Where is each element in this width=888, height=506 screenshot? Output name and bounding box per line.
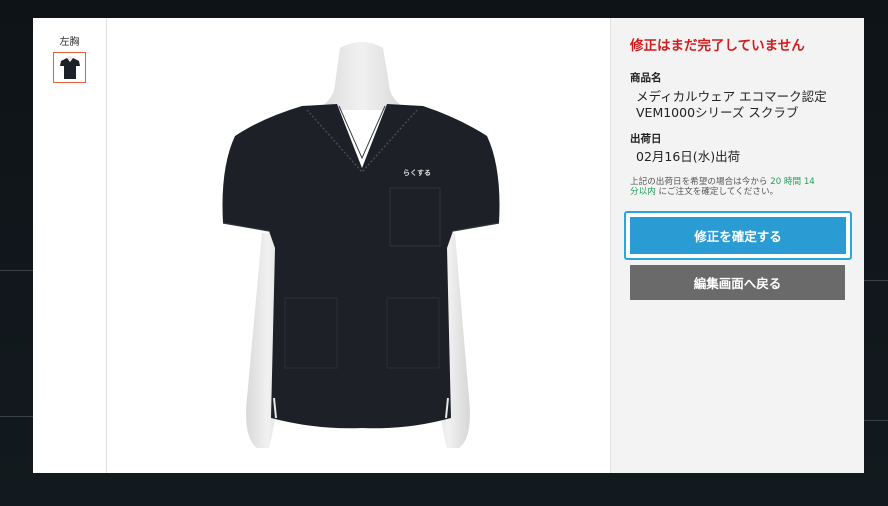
note-prefix: 上記の出荷日を希望の場合は今から bbox=[630, 177, 768, 187]
backdrop-divider bbox=[0, 270, 33, 271]
ship-date-value: 02月16日(水)出荷 bbox=[636, 149, 741, 164]
product-image-stage: らくする bbox=[107, 18, 610, 473]
countdown-time: 20 時間 14 bbox=[770, 177, 815, 187]
product-name-line-1: メディカルウェア エコマーク認定 bbox=[636, 89, 827, 104]
incomplete-warning: 修正はまだ完了していません bbox=[630, 38, 805, 54]
ship-date-label: 出荷日 bbox=[630, 133, 662, 145]
backdrop-divider bbox=[864, 420, 888, 421]
backdrop-divider bbox=[864, 280, 888, 281]
order-summary-panel: 修正はまだ完了していません 商品名 メディカルウェア エコマーク認定 VEM10… bbox=[610, 18, 864, 473]
scrub-shirt-thumbnail-icon bbox=[59, 55, 80, 79]
ship-deadline-note: 上記の出荷日を希望の場合は今から 20 時間 14 分以内 にご注文を確定してく… bbox=[630, 177, 844, 197]
embroidery-text: らくする bbox=[403, 169, 431, 177]
confirm-button-focus-ring[interactable]: 修正を確定する bbox=[624, 211, 852, 260]
countdown-suffix: 分以内 bbox=[630, 187, 656, 197]
thumbnail-label: 左胸 bbox=[59, 37, 80, 48]
confirm-edit-button[interactable]: 修正を確定する bbox=[630, 217, 846, 254]
scrub-shirt-image: らくする bbox=[222, 42, 500, 448]
thumbnail-column: 左胸 bbox=[33, 18, 107, 473]
preview-modal: 左胸 らくする 修正はまだ完了していません 商品名 メディカルウェア エコマーク… bbox=[33, 18, 864, 473]
thumbnail-item-left-chest[interactable] bbox=[53, 52, 86, 83]
note-suffix: にご注文を確定してください。 bbox=[658, 187, 779, 197]
mannequin-neck bbox=[317, 42, 407, 110]
product-name-value: メディカルウェア エコマーク認定 VEM1000シリーズ スクラブ bbox=[636, 89, 827, 121]
product-name-line-2: VEM1000シリーズ スクラブ bbox=[636, 105, 799, 120]
back-to-editor-button[interactable]: 編集画面へ戻る bbox=[630, 265, 845, 300]
product-name-label: 商品名 bbox=[630, 72, 662, 84]
backdrop-divider bbox=[0, 416, 33, 417]
